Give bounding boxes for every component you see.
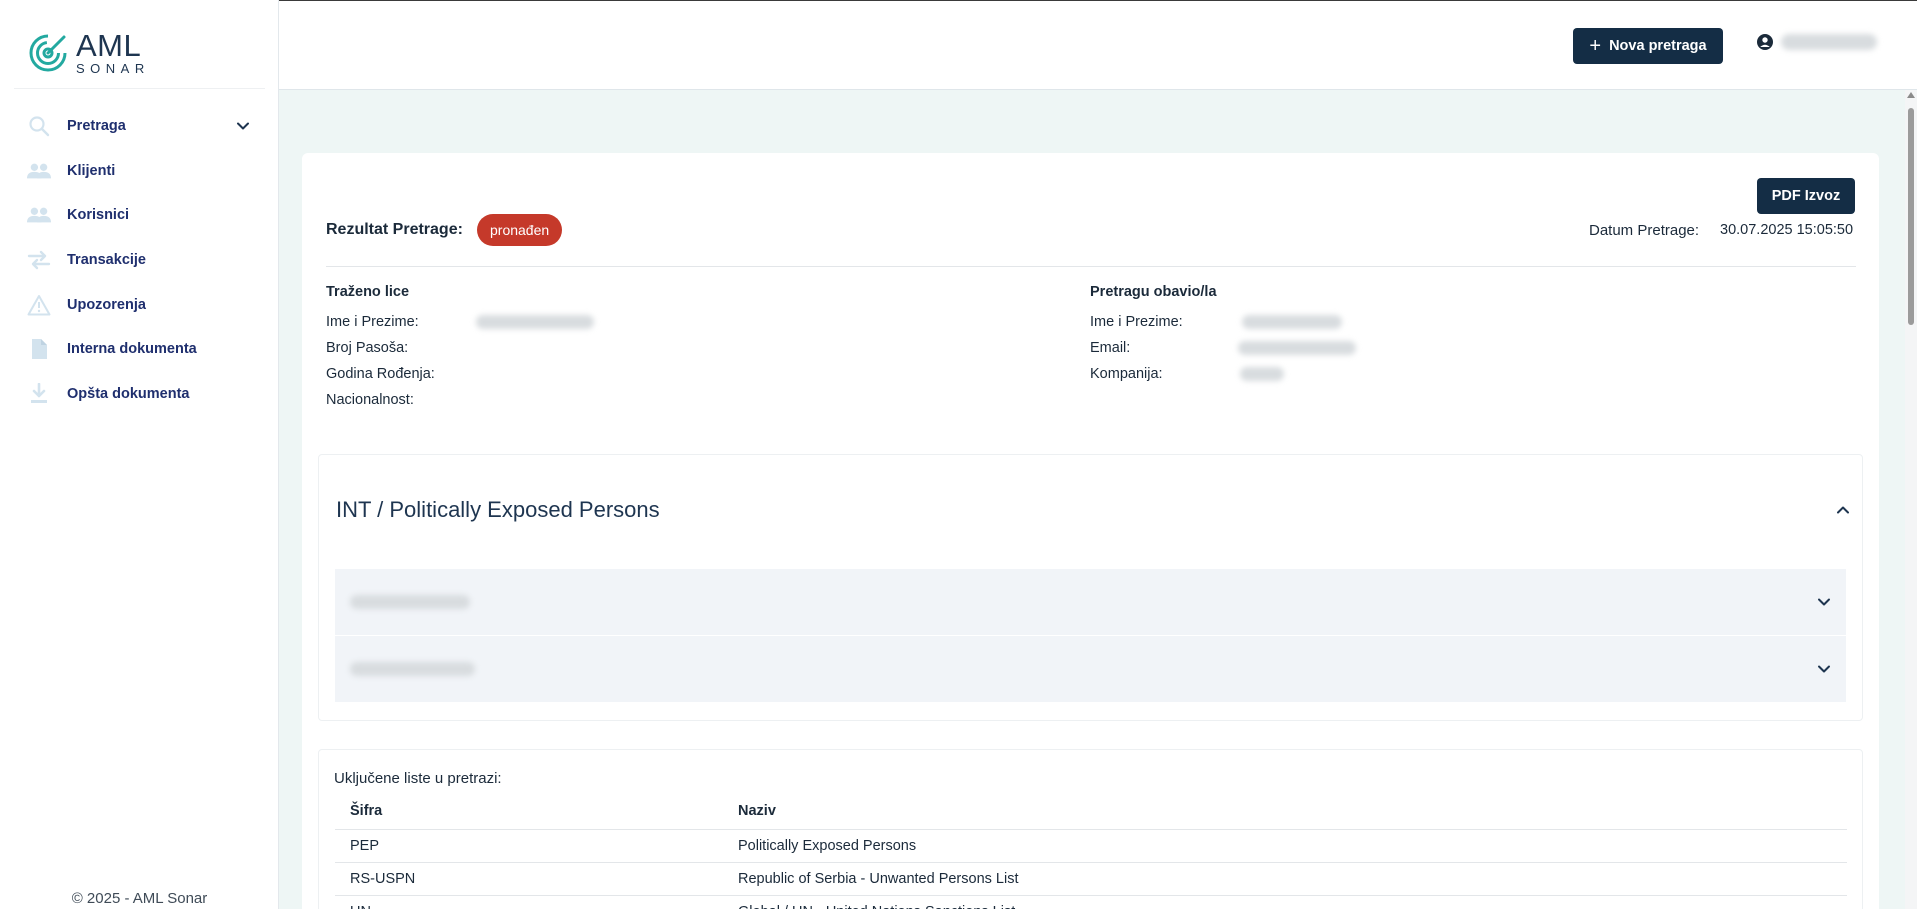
table-cell: Global / UN - United Nations Sanctions L… [723, 895, 1847, 909]
sidebar-item-label: Interna dokumenta [67, 341, 197, 358]
performed-by-section: Pretragu obavio/la Ime i Prezime: Email:… [1090, 284, 1356, 387]
table-cell: Politically Exposed Persons [723, 829, 1847, 863]
sidebar-item-interna-dokumenta[interactable]: Interna dokumenta [0, 327, 279, 372]
field-label: Ime i Prezime: [1090, 314, 1183, 330]
sonar-logo-icon [29, 34, 67, 71]
document-icon [27, 337, 51, 361]
included-lists-table: Šifra Naziv PEP Politically Exposed Pers… [335, 794, 1847, 909]
searched-person-section: Traženo lice Ime i Prezime: Broj Pasoša:… [326, 284, 594, 413]
search-date-label: Datum Pretrage: [1589, 222, 1700, 239]
table-cell: RS-USPN [335, 862, 723, 896]
card-divider [326, 266, 1856, 267]
scrollbar-thumb[interactable] [1908, 108, 1914, 325]
redacted-value [1240, 367, 1284, 381]
info-row: Godina Rođenja: [326, 361, 435, 387]
sidebar-item-pretraga[interactable]: Pretraga [0, 104, 279, 149]
sidebar-item-label: Klijenti [67, 162, 116, 179]
info-row: Kompanija: [1090, 361, 1284, 387]
new-search-button[interactable]: + Nova pretraga [1573, 28, 1723, 64]
users-icon [27, 203, 51, 227]
table-row: UN Global / UN - United Nations Sanction… [335, 895, 1847, 909]
chevron-down-icon[interactable] [1815, 593, 1833, 611]
sidebar-divider [14, 88, 265, 89]
table-cell: PEP [335, 829, 723, 863]
warning-icon [27, 293, 51, 317]
top-bar: + Nova pretraga [279, 0, 1917, 90]
sidebar-item-transakcije[interactable]: Transakcije [0, 238, 279, 283]
logo-subtitle: SONAR [76, 61, 150, 76]
user-name-redacted [1781, 34, 1877, 50]
user-menu[interactable] [1757, 34, 1877, 50]
download-icon [27, 382, 51, 406]
sidebar-item-label: Transakcije [67, 252, 146, 269]
redacted-value [350, 662, 475, 676]
sidebar-item-upozorenja[interactable]: Upozorenja [0, 282, 279, 327]
included-lists-section: Uključene liste u pretrazi: Šifra Naziv … [318, 749, 1863, 909]
users-icon [27, 159, 51, 183]
column-header: Naziv [723, 794, 1847, 830]
new-search-label: Nova pretraga [1609, 38, 1707, 54]
performed-by-title: Pretragu obavio/la [1090, 284, 1217, 300]
accordion-item[interactable] [335, 636, 1846, 702]
user-circle-icon [1757, 34, 1773, 50]
page-scrollbar[interactable] [1905, 90, 1917, 909]
info-row: Nacionalnost: [326, 387, 435, 413]
field-label: Godina Rođenja: [326, 366, 435, 382]
table-row: PEP Politically Exposed Persons [335, 829, 1847, 863]
pep-accordion: INT / Politically Exposed Persons [318, 454, 1863, 721]
redacted-value [1242, 315, 1342, 329]
sidebar: AML SONAR Pretraga Klijenti Korisnici Tr… [0, 0, 279, 909]
redacted-value [476, 315, 594, 329]
chevron-down-icon[interactable] [1815, 660, 1833, 678]
field-label: Kompanija: [1090, 366, 1163, 382]
chevron-down-icon[interactable] [234, 117, 252, 135]
redacted-value [350, 595, 470, 609]
chevron-up-icon[interactable] [1833, 500, 1853, 520]
search-icon [27, 114, 51, 138]
sidebar-item-opsta-dokumenta[interactable]: Opšta dokumenta [0, 372, 279, 417]
table-cell: Republic of Serbia - Unwanted Persons Li… [723, 862, 1847, 896]
sidebar-item-label: Pretraga [67, 118, 126, 135]
copyright-text: © 2025 - AML Sonar [71, 890, 208, 907]
field-label: Email: [1090, 340, 1131, 356]
searched-person-title: Traženo lice [326, 284, 410, 300]
field-label: Ime i Prezime: [326, 314, 419, 330]
plus-icon: + [1589, 35, 1602, 57]
field-label: Nacionalnost: [326, 392, 414, 408]
info-row: Ime i Prezime: [326, 309, 594, 335]
result-label: Rezultat Pretrage: [326, 221, 463, 238]
accordion-title[interactable]: INT / Politically Exposed Persons [336, 497, 660, 523]
column-header: Šifra [335, 794, 723, 830]
sidebar-item-label: Upozorenja [67, 296, 146, 313]
sidebar-item-korisnici[interactable]: Korisnici [0, 193, 279, 238]
sidebar-nav: Pretraga Klijenti Korisnici Transakcije [0, 104, 279, 416]
sidebar-item-label: Korisnici [67, 207, 130, 224]
search-date-value: 30.07.2025 15:05:50 [1720, 222, 1854, 238]
pdf-export-button[interactable]: PDF Izvoz [1757, 178, 1855, 214]
sidebar-item-klijenti[interactable]: Klijenti [0, 149, 279, 194]
field-label: Broj Pasoša: [326, 340, 409, 356]
swap-arrows-icon [27, 248, 51, 272]
table-cell: UN [335, 895, 723, 909]
scroll-up-arrow-icon[interactable] [1907, 92, 1915, 98]
info-row: Ime i Prezime: [1090, 309, 1342, 335]
status-badge: pronađen [477, 214, 563, 246]
included-lists-title: Uključene liste u pretrazi: [334, 770, 502, 787]
logo-title: AML [76, 28, 142, 63]
table-header-row: Šifra Naziv [335, 794, 1847, 830]
app-logo[interactable]: AML SONAR [28, 30, 150, 75]
info-row: Broj Pasoša: [326, 335, 435, 361]
sidebar-item-label: Opšta dokumenta [67, 385, 190, 402]
search-result-card: PDF Izvoz Rezultat Pretrage: pronađen Da… [302, 153, 1879, 909]
accordion-item[interactable] [335, 569, 1846, 635]
table-row: RS-USPN Republic of Serbia - Unwanted Pe… [335, 862, 1847, 896]
info-row: Email: [1090, 335, 1356, 361]
redacted-value [1238, 341, 1356, 355]
